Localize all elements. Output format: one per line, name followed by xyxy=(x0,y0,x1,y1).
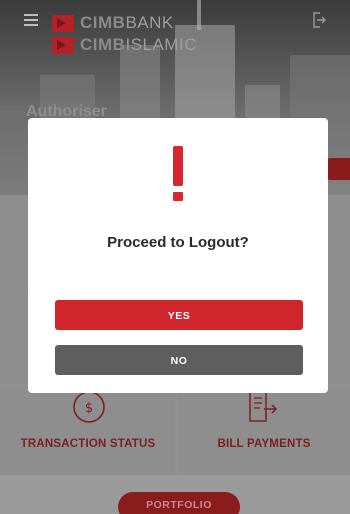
yes-button[interactable]: YES xyxy=(55,300,303,330)
logout-dialog: Proceed to Logout? YES NO xyxy=(28,118,328,393)
modal-overlay: Proceed to Logout? YES NO xyxy=(0,0,350,514)
no-button[interactable]: NO xyxy=(55,345,303,375)
dialog-message: Proceed to Logout? xyxy=(107,234,249,251)
